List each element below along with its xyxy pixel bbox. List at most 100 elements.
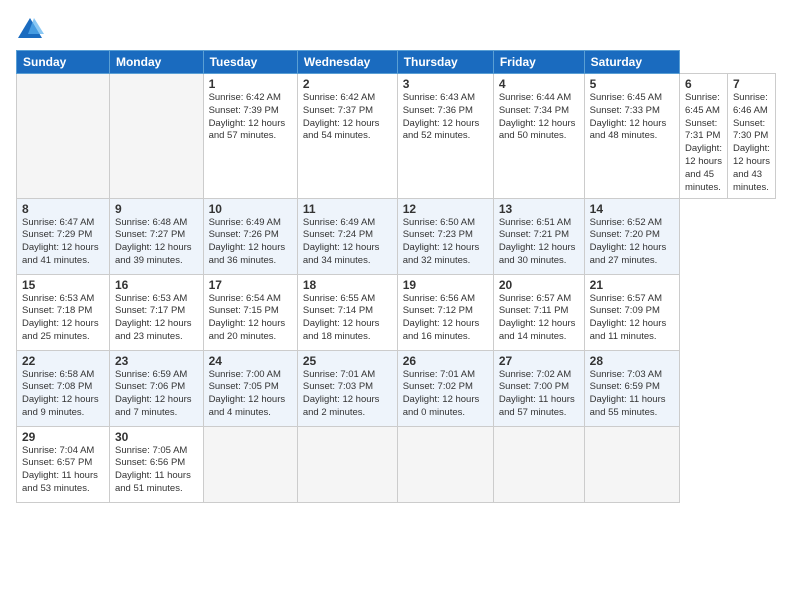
day-number: 17: [209, 278, 292, 292]
calendar-cell: [584, 426, 679, 502]
weekday-header-wednesday: Wednesday: [297, 51, 397, 74]
day-detail: Sunrise: 6:50 AM Sunset: 7:23 PM Dayligh…: [403, 217, 488, 268]
calendar-week-row: 22Sunrise: 6:58 AM Sunset: 7:08 PM Dayli…: [17, 350, 776, 426]
day-number: 13: [499, 202, 579, 216]
day-detail: Sunrise: 6:53 AM Sunset: 7:17 PM Dayligh…: [115, 293, 198, 344]
day-number: 22: [22, 354, 104, 368]
calendar-cell: 12Sunrise: 6:50 AM Sunset: 7:23 PM Dayli…: [397, 198, 493, 274]
day-detail: Sunrise: 6:45 AM Sunset: 7:31 PM Dayligh…: [685, 92, 722, 195]
calendar-cell: 13Sunrise: 6:51 AM Sunset: 7:21 PM Dayli…: [493, 198, 584, 274]
day-detail: Sunrise: 7:01 AM Sunset: 7:03 PM Dayligh…: [303, 369, 392, 420]
calendar-cell: 3Sunrise: 6:43 AM Sunset: 7:36 PM Daylig…: [397, 74, 493, 199]
calendar-cell: 23Sunrise: 6:59 AM Sunset: 7:06 PM Dayli…: [109, 350, 203, 426]
logo: [16, 16, 48, 44]
calendar-cell: 11Sunrise: 6:49 AM Sunset: 7:24 PM Dayli…: [297, 198, 397, 274]
calendar-cell: 8Sunrise: 6:47 AM Sunset: 7:29 PM Daylig…: [17, 198, 110, 274]
day-number: 21: [590, 278, 674, 292]
calendar-cell: 2Sunrise: 6:42 AM Sunset: 7:37 PM Daylig…: [297, 74, 397, 199]
day-number: 18: [303, 278, 392, 292]
calendar-cell: [109, 74, 203, 199]
day-detail: Sunrise: 6:51 AM Sunset: 7:21 PM Dayligh…: [499, 217, 579, 268]
calendar-cell: 16Sunrise: 6:53 AM Sunset: 7:17 PM Dayli…: [109, 274, 203, 350]
calendar-week-row: 1Sunrise: 6:42 AM Sunset: 7:39 PM Daylig…: [17, 74, 776, 199]
weekday-header-friday: Friday: [493, 51, 584, 74]
calendar-cell: 29Sunrise: 7:04 AM Sunset: 6:57 PM Dayli…: [17, 426, 110, 502]
day-number: 11: [303, 202, 392, 216]
calendar-cell: [397, 426, 493, 502]
day-detail: Sunrise: 6:43 AM Sunset: 7:36 PM Dayligh…: [403, 92, 488, 143]
calendar-cell: 21Sunrise: 6:57 AM Sunset: 7:09 PM Dayli…: [584, 274, 679, 350]
weekday-header-monday: Monday: [109, 51, 203, 74]
day-detail: Sunrise: 6:42 AM Sunset: 7:39 PM Dayligh…: [209, 92, 292, 143]
calendar-cell: 15Sunrise: 6:53 AM Sunset: 7:18 PM Dayli…: [17, 274, 110, 350]
calendar-cell: 7Sunrise: 6:46 AM Sunset: 7:30 PM Daylig…: [727, 74, 775, 199]
calendar-cell: 28Sunrise: 7:03 AM Sunset: 6:59 PM Dayli…: [584, 350, 679, 426]
day-detail: Sunrise: 7:00 AM Sunset: 7:05 PM Dayligh…: [209, 369, 292, 420]
day-number: 3: [403, 77, 488, 91]
day-detail: Sunrise: 7:01 AM Sunset: 7:02 PM Dayligh…: [403, 369, 488, 420]
day-number: 7: [733, 77, 770, 91]
day-detail: Sunrise: 6:55 AM Sunset: 7:14 PM Dayligh…: [303, 293, 392, 344]
day-number: 6: [685, 77, 722, 91]
calendar-cell: 30Sunrise: 7:05 AM Sunset: 6:56 PM Dayli…: [109, 426, 203, 502]
day-detail: Sunrise: 7:04 AM Sunset: 6:57 PM Dayligh…: [22, 445, 104, 496]
calendar-cell: [203, 426, 297, 502]
calendar-cell: 25Sunrise: 7:01 AM Sunset: 7:03 PM Dayli…: [297, 350, 397, 426]
day-detail: Sunrise: 6:45 AM Sunset: 7:33 PM Dayligh…: [590, 92, 674, 143]
calendar-cell: 22Sunrise: 6:58 AM Sunset: 7:08 PM Dayli…: [17, 350, 110, 426]
day-number: 24: [209, 354, 292, 368]
logo-icon: [16, 16, 44, 44]
day-number: 12: [403, 202, 488, 216]
day-number: 10: [209, 202, 292, 216]
day-detail: Sunrise: 6:57 AM Sunset: 7:09 PM Dayligh…: [590, 293, 674, 344]
day-detail: Sunrise: 7:02 AM Sunset: 7:00 PM Dayligh…: [499, 369, 579, 420]
day-detail: Sunrise: 6:58 AM Sunset: 7:08 PM Dayligh…: [22, 369, 104, 420]
day-number: 25: [303, 354, 392, 368]
calendar-cell: [493, 426, 584, 502]
day-detail: Sunrise: 6:52 AM Sunset: 7:20 PM Dayligh…: [590, 217, 674, 268]
weekday-header-saturday: Saturday: [584, 51, 679, 74]
day-detail: Sunrise: 7:03 AM Sunset: 6:59 PM Dayligh…: [590, 369, 674, 420]
calendar-week-row: 29Sunrise: 7:04 AM Sunset: 6:57 PM Dayli…: [17, 426, 776, 502]
calendar-cell: 5Sunrise: 6:45 AM Sunset: 7:33 PM Daylig…: [584, 74, 679, 199]
day-number: 15: [22, 278, 104, 292]
day-detail: Sunrise: 6:49 AM Sunset: 7:26 PM Dayligh…: [209, 217, 292, 268]
day-number: 1: [209, 77, 292, 91]
calendar-cell: 26Sunrise: 7:01 AM Sunset: 7:02 PM Dayli…: [397, 350, 493, 426]
calendar-week-row: 8Sunrise: 6:47 AM Sunset: 7:29 PM Daylig…: [17, 198, 776, 274]
day-detail: Sunrise: 6:59 AM Sunset: 7:06 PM Dayligh…: [115, 369, 198, 420]
day-number: 30: [115, 430, 198, 444]
calendar-cell: 27Sunrise: 7:02 AM Sunset: 7:00 PM Dayli…: [493, 350, 584, 426]
day-detail: Sunrise: 6:49 AM Sunset: 7:24 PM Dayligh…: [303, 217, 392, 268]
day-detail: Sunrise: 6:47 AM Sunset: 7:29 PM Dayligh…: [22, 217, 104, 268]
calendar-cell: 19Sunrise: 6:56 AM Sunset: 7:12 PM Dayli…: [397, 274, 493, 350]
day-number: 4: [499, 77, 579, 91]
weekday-header-sunday: Sunday: [17, 51, 110, 74]
calendar-cell: 14Sunrise: 6:52 AM Sunset: 7:20 PM Dayli…: [584, 198, 679, 274]
day-number: 29: [22, 430, 104, 444]
calendar-cell: 18Sunrise: 6:55 AM Sunset: 7:14 PM Dayli…: [297, 274, 397, 350]
day-detail: Sunrise: 6:46 AM Sunset: 7:30 PM Dayligh…: [733, 92, 770, 195]
calendar-cell: [17, 74, 110, 199]
calendar-cell: 4Sunrise: 6:44 AM Sunset: 7:34 PM Daylig…: [493, 74, 584, 199]
calendar: SundayMondayTuesdayWednesdayThursdayFrid…: [16, 50, 776, 503]
day-detail: Sunrise: 6:54 AM Sunset: 7:15 PM Dayligh…: [209, 293, 292, 344]
day-number: 26: [403, 354, 488, 368]
day-number: 28: [590, 354, 674, 368]
calendar-cell: 9Sunrise: 6:48 AM Sunset: 7:27 PM Daylig…: [109, 198, 203, 274]
calendar-week-row: 15Sunrise: 6:53 AM Sunset: 7:18 PM Dayli…: [17, 274, 776, 350]
day-detail: Sunrise: 6:53 AM Sunset: 7:18 PM Dayligh…: [22, 293, 104, 344]
day-number: 8: [22, 202, 104, 216]
calendar-cell: 20Sunrise: 6:57 AM Sunset: 7:11 PM Dayli…: [493, 274, 584, 350]
weekday-header-thursday: Thursday: [397, 51, 493, 74]
day-number: 5: [590, 77, 674, 91]
calendar-cell: 17Sunrise: 6:54 AM Sunset: 7:15 PM Dayli…: [203, 274, 297, 350]
day-number: 19: [403, 278, 488, 292]
weekday-header-tuesday: Tuesday: [203, 51, 297, 74]
day-number: 16: [115, 278, 198, 292]
day-detail: Sunrise: 6:48 AM Sunset: 7:27 PM Dayligh…: [115, 217, 198, 268]
day-detail: Sunrise: 6:57 AM Sunset: 7:11 PM Dayligh…: [499, 293, 579, 344]
day-detail: Sunrise: 6:44 AM Sunset: 7:34 PM Dayligh…: [499, 92, 579, 143]
day-detail: Sunrise: 6:42 AM Sunset: 7:37 PM Dayligh…: [303, 92, 392, 143]
day-number: 9: [115, 202, 198, 216]
